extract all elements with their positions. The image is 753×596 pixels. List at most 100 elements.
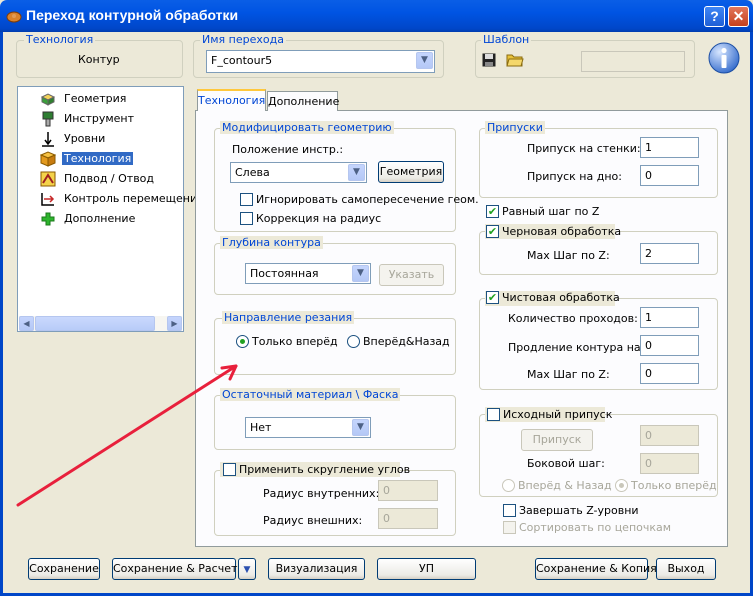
info-icon[interactable]: [708, 42, 740, 74]
op-name-label: Имя перехода: [200, 33, 286, 46]
forward-only-label: Только вперёд: [252, 335, 338, 348]
stock-forward-back-radio[interactable]: [502, 479, 515, 492]
rough-max-z-label: Max Шаг по Z:: [527, 249, 610, 262]
wall-allowance-label: Припуск на стенки:: [527, 142, 641, 155]
floor-allowance-field[interactable]: 0: [640, 165, 699, 186]
plus-icon: [40, 211, 56, 227]
specify-button[interactable]: Указать: [379, 264, 444, 286]
technology-icon: [39, 151, 57, 167]
radius-correction-label: Коррекция на радиус: [256, 212, 382, 225]
save-copy-button[interactable]: Сохранение & Копия: [535, 558, 657, 580]
finish-z-levels-checkbox[interactable]: [503, 504, 516, 517]
tree-item-technology[interactable]: Технология: [18, 149, 183, 169]
sort-chains-checkbox[interactable]: [503, 521, 516, 534]
radius-correction-checkbox[interactable]: [240, 212, 253, 225]
open-folder-icon[interactable]: [506, 52, 524, 67]
forward-only-radio[interactable]: [236, 335, 249, 348]
save-calc-button[interactable]: Сохранение & Расчет: [112, 558, 237, 580]
tree-item-tool[interactable]: Инструмент: [18, 109, 183, 129]
floor-allowance-label: Припуск на дно:: [527, 170, 622, 183]
close-button[interactable]: ✕: [728, 6, 749, 27]
rough-checkbox[interactable]: ✔: [486, 225, 499, 238]
stock-forward-only-radio[interactable]: [615, 479, 628, 492]
tree-item-geometry[interactable]: Геометрия: [18, 89, 183, 109]
rough-label: Черновая обработка: [502, 225, 622, 238]
window-frame-left: [0, 32, 3, 596]
chevron-down-icon[interactable]: ▼: [352, 265, 369, 282]
tree-item-motion-control[interactable]: Контроль перемещений: [18, 189, 204, 209]
sort-chains-label: Сортировать по цепочкам: [519, 521, 672, 534]
chevron-down-icon[interactable]: ▼: [352, 419, 369, 436]
finish-max-z-field[interactable]: 0: [640, 363, 699, 384]
geometry-button[interactable]: Геометрия: [378, 161, 444, 183]
tool-icon: [40, 111, 56, 127]
inner-radius-field[interactable]: 0: [378, 480, 438, 501]
tree-item-label: Геометрия: [64, 92, 127, 105]
outer-radius-field[interactable]: 0: [378, 508, 438, 529]
tool-position-combo[interactable]: Слева ▼: [230, 162, 367, 183]
chevron-down-icon[interactable]: ▼: [348, 164, 365, 181]
scroll-right-icon[interactable]: ▶: [167, 316, 182, 331]
template-field: [581, 51, 685, 72]
help-button[interactable]: ?: [704, 6, 725, 27]
contour-depth-value: Постоянная: [250, 267, 319, 280]
scroll-left-icon[interactable]: ◀: [19, 316, 34, 331]
template-label: Шаблон: [481, 33, 532, 46]
finish-extend-field[interactable]: 0: [640, 335, 699, 356]
stock-forward-back-label: Вперёд & Назад: [518, 479, 612, 492]
stock-forward-only-label: Только вперёд: [631, 479, 717, 492]
ignore-self-intersection-checkbox[interactable]: [240, 193, 253, 206]
corner-rounding-label: Применить скругление углов: [239, 463, 411, 476]
tree-item-label: Контроль перемещений: [64, 192, 205, 205]
contour-depth-label: Глубина контура: [220, 236, 323, 249]
side-step-label: Боковой шаг:: [527, 457, 605, 470]
outer-radius-label: Радиус внешних:: [263, 514, 363, 527]
tab-addition[interactable]: Дополнение: [267, 91, 339, 111]
allowances-label: Припуски: [485, 121, 545, 134]
tree-item-label: Дополнение: [64, 212, 136, 225]
forward-back-radio[interactable]: [347, 335, 360, 348]
finish-label: Чистовая обработка: [502, 291, 620, 304]
residual-material-label: Остаточный материал \ Фаска: [220, 388, 401, 401]
side-step-field[interactable]: 0: [640, 453, 699, 474]
tree-item-label: Технология: [62, 152, 134, 165]
equal-z-step-checkbox[interactable]: ✔: [486, 205, 499, 218]
finish-passes-field[interactable]: 1: [640, 307, 699, 328]
finish-max-z-label: Max Шаг по Z:: [527, 368, 610, 381]
stock-checkbox[interactable]: [487, 408, 500, 421]
stock-allowance-field[interactable]: 0: [640, 425, 699, 446]
app-icon: [6, 9, 22, 23]
motion-control-icon: [40, 191, 56, 207]
tree-horizontal-scrollbar[interactable]: ◀ ▶: [19, 316, 182, 331]
finish-checkbox[interactable]: ✔: [486, 291, 499, 304]
rough-max-z-field[interactable]: 2: [640, 243, 699, 264]
finish-passes-label: Количество проходов:: [508, 312, 638, 325]
cut-direction-label: Направление резания: [222, 311, 355, 324]
op-name-value: F_contour5: [211, 54, 273, 67]
op-name-combo[interactable]: F_contour5 ▼: [206, 50, 435, 73]
save-icon[interactable]: [482, 53, 496, 67]
tree-item-label: Подвод / Отвод: [64, 172, 155, 185]
visualize-button[interactable]: Визуализация: [268, 558, 365, 580]
exit-button[interactable]: Выход: [656, 558, 716, 580]
corner-rounding-checkbox[interactable]: [223, 463, 236, 476]
inner-radius-label: Радиус внутренних:: [263, 487, 380, 500]
scroll-thumb[interactable]: [35, 316, 155, 331]
save-button[interactable]: Сохранение: [28, 558, 100, 580]
tree-item-addition[interactable]: Дополнение: [18, 209, 183, 229]
levels-icon: [40, 131, 56, 147]
navigation-tree[interactable]: Геометрия Инструмент Уровни Технология П…: [17, 86, 204, 332]
tab-technology[interactable]: Технология: [197, 89, 266, 111]
tree-item-levels[interactable]: Уровни: [18, 129, 183, 149]
wall-allowance-field[interactable]: 1: [640, 137, 699, 158]
stock-allowance-button[interactable]: Припуск: [521, 429, 593, 451]
contour-depth-combo[interactable]: Постоянная ▼: [245, 263, 371, 284]
tree-item-label: Инструмент: [64, 112, 135, 125]
save-calc-dropdown[interactable]: ▼: [238, 558, 256, 580]
residual-material-combo[interactable]: Нет ▼: [245, 417, 371, 438]
approach-icon: [40, 171, 56, 187]
ignore-self-intersection-label: Игнорировать самопересечение геом.: [256, 193, 479, 206]
tree-item-approach[interactable]: Подвод / Отвод: [18, 169, 183, 189]
nc-program-button[interactable]: УП: [377, 558, 476, 580]
chevron-down-icon[interactable]: ▼: [416, 52, 433, 69]
